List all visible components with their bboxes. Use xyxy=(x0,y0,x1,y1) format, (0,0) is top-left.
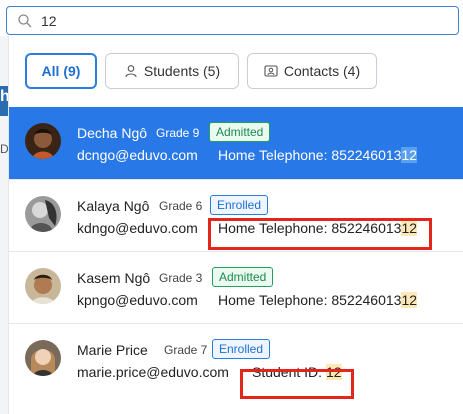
filter-contacts-label: Contacts (4) xyxy=(283,63,361,79)
result-detail: Home Telephone: 85224601312 xyxy=(218,147,418,163)
result-grade: Grade 6 xyxy=(159,199,203,213)
result-grade: Grade 3 xyxy=(159,271,203,285)
filter-all-label: All (9) xyxy=(41,63,81,79)
match-highlight: 12 xyxy=(401,292,418,308)
detail-prefix: 852246013 xyxy=(331,292,402,308)
search-box[interactable] xyxy=(6,6,459,35)
filter-students-button[interactable]: Students (5) xyxy=(105,53,239,89)
search-input[interactable] xyxy=(41,11,441,31)
result-name: Kalaya Ngô xyxy=(77,198,150,214)
filter-contacts-button[interactable]: Contacts (4) xyxy=(247,53,377,89)
match-highlight: 12 xyxy=(401,147,418,163)
result-row[interactable]: Decha Ngô Grade 9 Admitted dcngo@eduvo.c… xyxy=(9,107,463,179)
status-badge: Admitted xyxy=(212,267,274,287)
result-name: Kasem Ngô xyxy=(77,270,151,286)
result-name: Decha Ngô xyxy=(77,125,148,141)
result-grade: Grade 7 xyxy=(164,343,208,357)
result-row[interactable]: Marie Price Grade 7 Enrolled marie.price… xyxy=(9,323,463,395)
annotation-highlight-box xyxy=(240,369,354,399)
status-badge: Enrolled xyxy=(212,339,271,359)
filter-all-button[interactable]: All (9) xyxy=(25,53,97,89)
avatar xyxy=(25,123,61,159)
result-grade: Grade 9 xyxy=(156,126,200,140)
filter-students-label: Students (5) xyxy=(143,63,221,79)
detail-prefix: 852246013 xyxy=(331,147,402,163)
detail-label: Home Telephone: xyxy=(218,147,332,163)
status-badge: Admitted xyxy=(209,122,271,142)
annotation-highlight-box xyxy=(208,218,432,250)
avatar xyxy=(25,340,61,376)
status-badge: Enrolled xyxy=(210,195,269,215)
result-email: marie.price@eduvo.com xyxy=(77,364,229,380)
result-row[interactable]: Kasem Ngô Grade 3 Admitted kpngo@eduvo.c… xyxy=(9,251,463,323)
person-icon xyxy=(125,65,137,78)
avatar xyxy=(25,196,61,232)
search-icon xyxy=(18,14,32,28)
detail-label: Home Telephone: xyxy=(218,292,332,308)
contact-card-icon xyxy=(264,65,278,77)
result-email: kdngo@eduvo.com xyxy=(77,220,198,236)
avatar xyxy=(25,268,61,304)
result-email: kpngo@eduvo.com xyxy=(77,292,198,308)
result-email: dcngo@eduvo.com xyxy=(77,147,198,163)
result-detail: Home Telephone: 85224601312 xyxy=(218,292,418,308)
result-name: Marie Price xyxy=(77,342,148,358)
